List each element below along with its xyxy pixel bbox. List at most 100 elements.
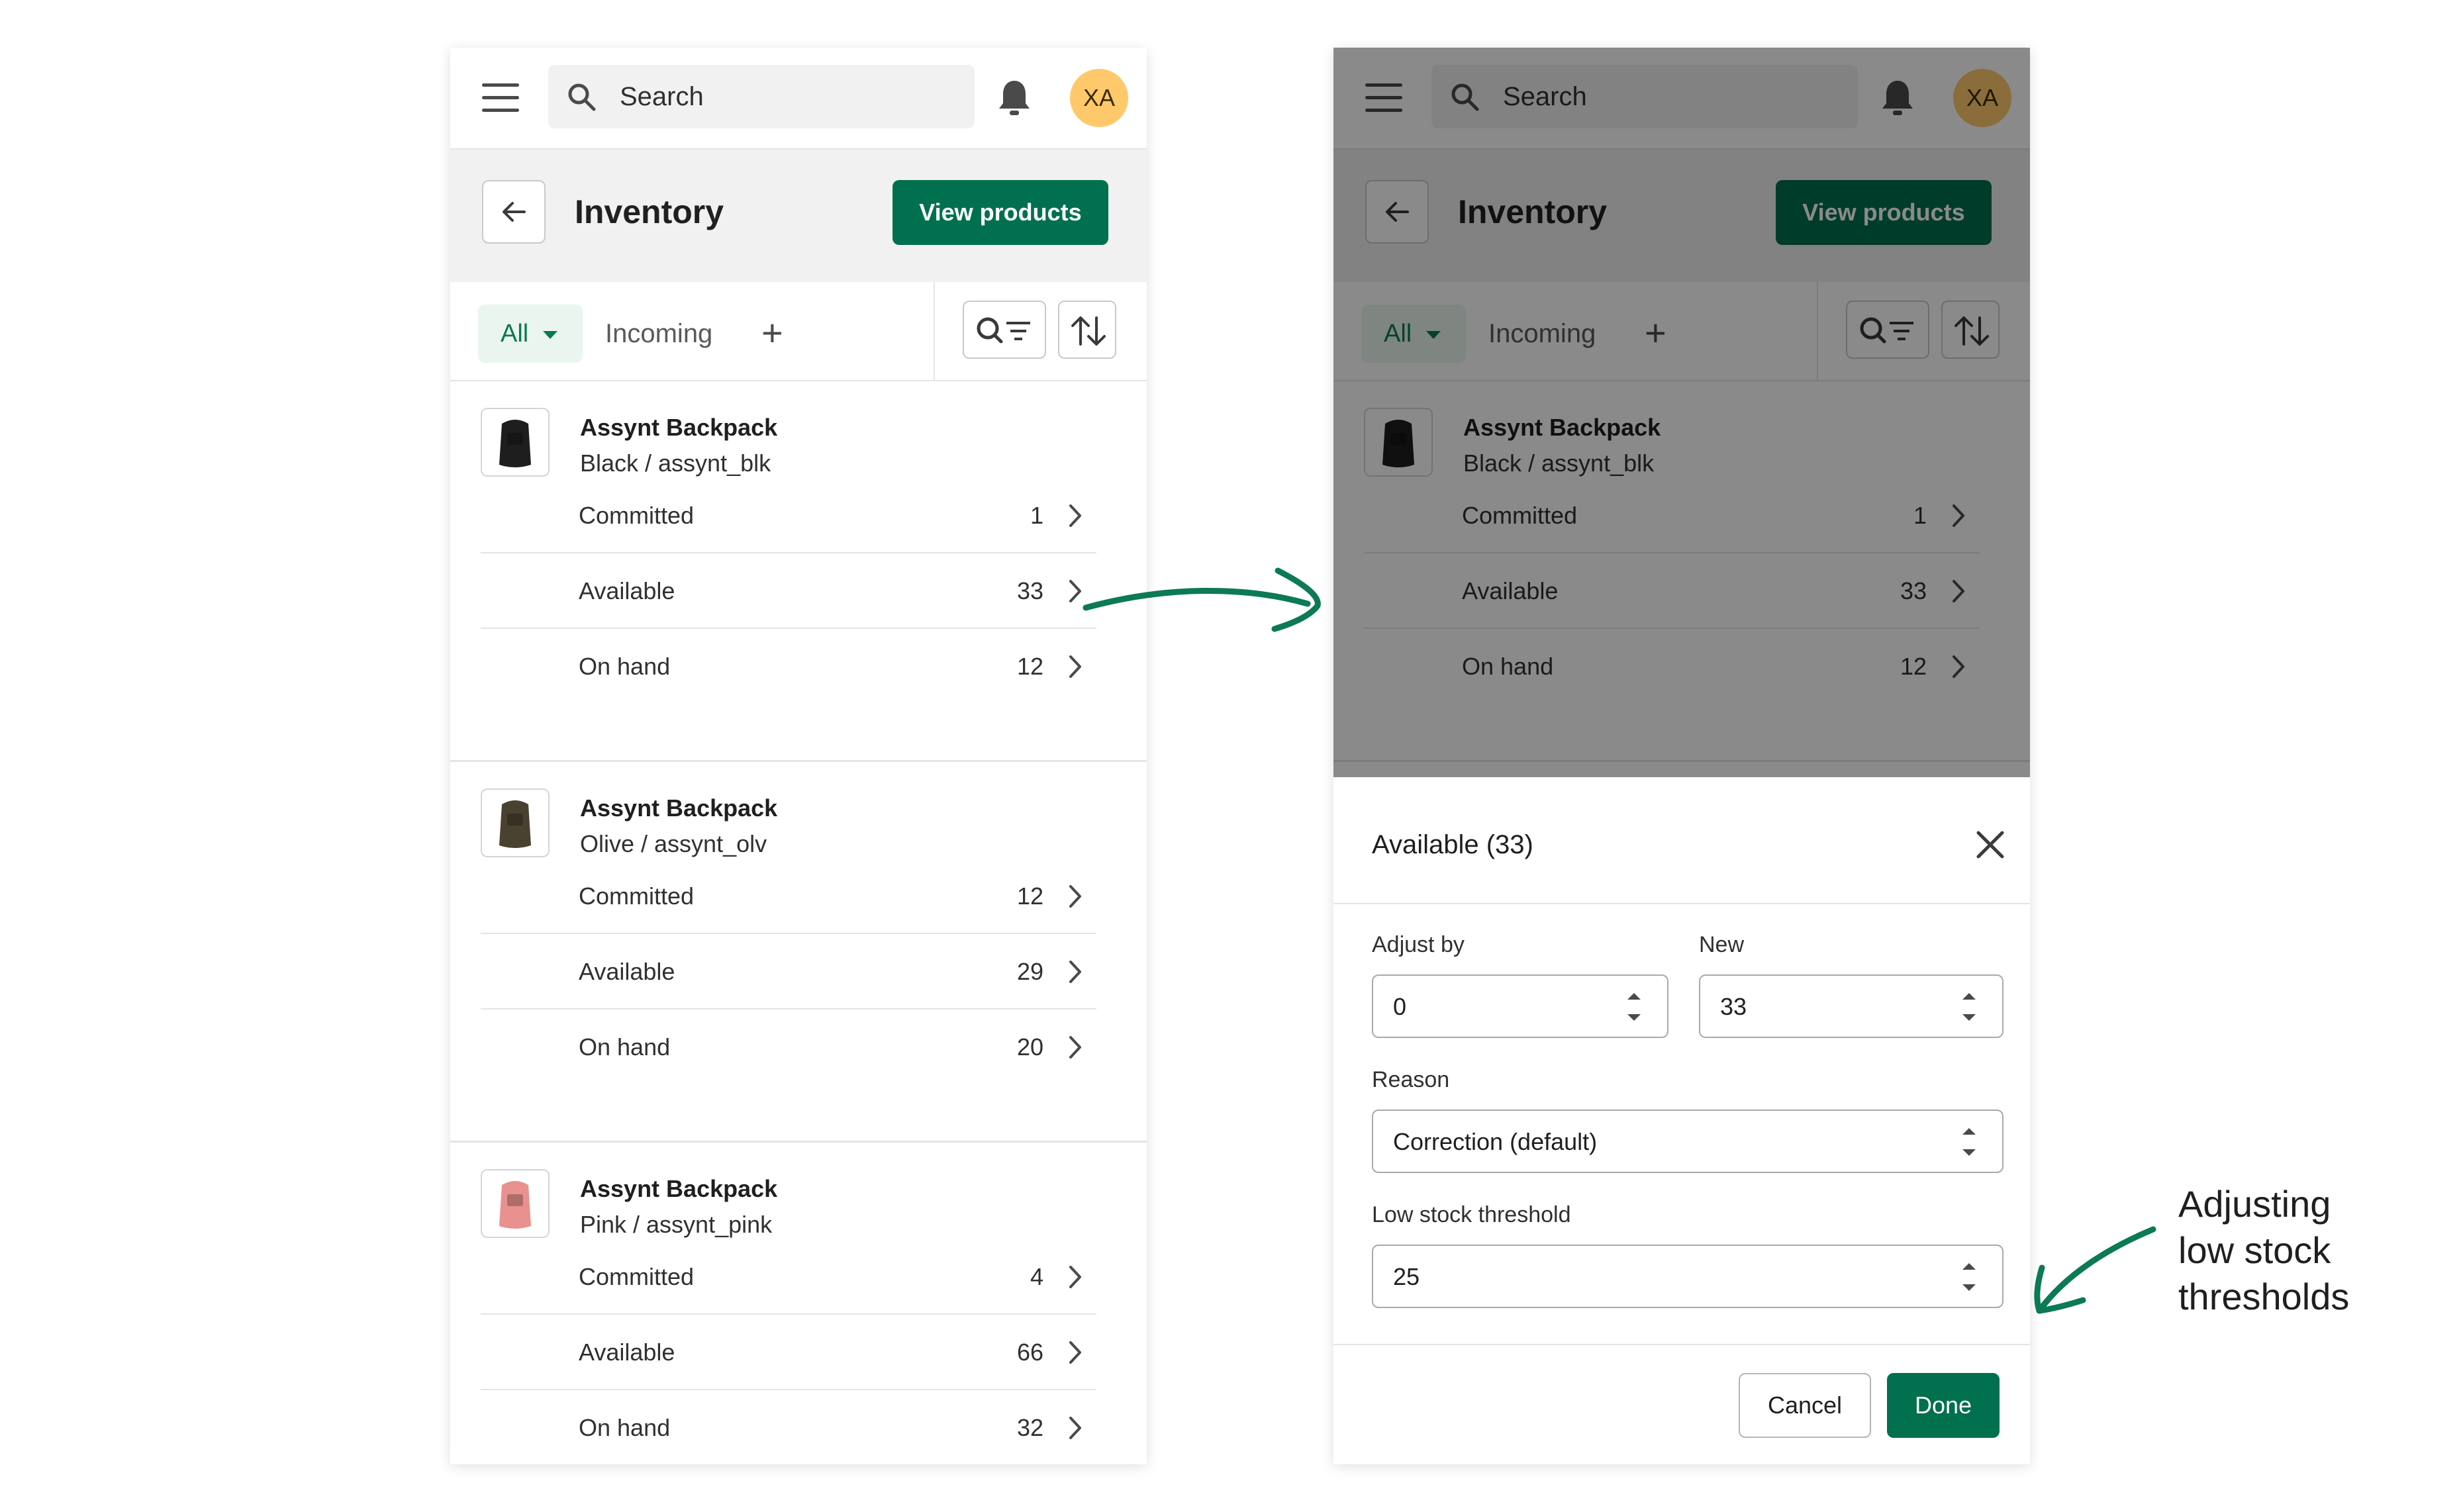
modal-backdrop[interactable] [1333, 48, 2030, 777]
product-thumbnail [481, 408, 550, 477]
backpack-icon [499, 1181, 531, 1229]
inventory-row[interactable]: Available 29 [481, 934, 1096, 1010]
inventory-row-label: Committed [579, 1263, 695, 1290]
inventory-row[interactable]: On hand 12 [481, 629, 1096, 704]
threshold-label: Low stock threshold [1372, 1202, 1571, 1227]
tab-incoming[interactable]: Incoming [605, 305, 712, 363]
inventory-row-value: 20 [1016, 1033, 1043, 1061]
arrow-to-threshold-head [2034, 1264, 2086, 1314]
cancel-button[interactable]: Cancel [1739, 1373, 1871, 1438]
inventory-row[interactable]: Committed 12 [481, 859, 1096, 934]
annotation-line: Adjusting [2178, 1183, 2331, 1225]
product-card: Assynt BackpackPink / assynt_pinkCommitt… [450, 1143, 1147, 1464]
back-button[interactable] [482, 180, 546, 244]
inventory-row[interactable]: Committed 1 [481, 478, 1096, 553]
product-variant: Olive / assynt_olv [580, 830, 767, 857]
stepper-icon[interactable] [1616, 985, 1653, 1029]
adjust-by-label: Adjust by [1372, 932, 1465, 957]
product-variant: Black / assynt_blk [580, 449, 771, 477]
done-button[interactable]: Done [1887, 1373, 2000, 1438]
annotation-arrows [1083, 567, 2156, 1314]
chevron-right-icon [1069, 1341, 1081, 1364]
top-bar: Search XA [450, 48, 1147, 150]
sort-icon [1071, 316, 1106, 346]
inventory-row-label: On hand [579, 653, 671, 680]
new-quantity-value: 33 [1720, 993, 1747, 1020]
chevron-right-icon [1069, 580, 1081, 602]
inventory-row-value: 33 [1016, 577, 1043, 604]
product-name: Assynt Backpack [580, 1175, 778, 1202]
product-card: Assynt BackpackOlive / assynt_olvCommitt… [450, 762, 1147, 1143]
reason-value: Correction (default) [1393, 1128, 1598, 1155]
arrow-left-icon [503, 202, 526, 222]
tab-all-label: All [501, 320, 529, 348]
page-title: Inventory [575, 193, 724, 230]
close-icon[interactable] [1973, 827, 2007, 862]
new-quantity-field[interactable]: 33 [1699, 974, 2004, 1038]
select-arrows-icon [1962, 1128, 1976, 1156]
modal-header: Available (33) [1333, 777, 2030, 904]
inventory-row[interactable]: On hand 20 [481, 1010, 1096, 1085]
avatar[interactable]: XA [1070, 69, 1128, 127]
search-input[interactable]: Search [548, 65, 975, 128]
caret-down-icon [543, 331, 557, 339]
stepper-icon[interactable] [1951, 985, 1988, 1029]
product-name: Assynt Backpack [580, 794, 778, 822]
inventory-row[interactable]: Available 33 [481, 553, 1096, 629]
inventory-row-value: 66 [1016, 1339, 1043, 1366]
chevron-right-icon [1069, 885, 1081, 908]
inventory-row-value: 4 [1030, 1263, 1043, 1290]
chevron-right-icon [1069, 1266, 1081, 1288]
annotation-line: thresholds [2178, 1276, 2350, 1317]
adjust-available-modal: Available (33) Adjust by 0 New 33 Reason… [1333, 777, 2030, 1464]
chevron-right-icon [1069, 655, 1081, 678]
tabs-bar: All Incoming + [450, 282, 1147, 381]
stepper-icon[interactable] [1951, 1255, 1988, 1299]
view-products-button[interactable]: View products [893, 180, 1108, 245]
reason-label: Reason [1372, 1067, 1450, 1092]
annotation-line: low stock [2178, 1229, 2331, 1271]
search-filter-button[interactable] [963, 301, 1046, 359]
add-tab-button[interactable]: + [761, 305, 783, 361]
modal-title: Available (33) [1372, 830, 1533, 859]
product-list: Assynt Backpack Black / assynt_blk Committ… [450, 381, 1147, 1464]
chevron-right-icon [1069, 1036, 1081, 1059]
inventory-row-label: Available [579, 1339, 675, 1366]
reason-select[interactable]: Correction (default) [1372, 1110, 2004, 1173]
inventory-screen: Search XA Inventory View products All In… [450, 48, 1147, 1464]
search-icon [568, 83, 596, 111]
chevron-right-icon [1069, 1417, 1081, 1439]
product-name: Assynt Backpack [580, 414, 778, 441]
inventory-row-value: 29 [1016, 958, 1043, 985]
backpack-icon [499, 800, 531, 848]
divider [934, 282, 935, 380]
search-placeholder: Search [620, 82, 704, 111]
inventory-row-value: 32 [1016, 1414, 1043, 1441]
inventory-row[interactable]: Available 66 [481, 1315, 1096, 1390]
inventory-row[interactable]: On hand 32 [481, 1390, 1096, 1464]
inventory-row-label: Available [579, 577, 675, 604]
sort-button[interactable] [1058, 301, 1116, 359]
threshold-value: 25 [1393, 1263, 1420, 1290]
inventory-row-value: 12 [1016, 882, 1043, 910]
product-thumbnail [481, 1169, 550, 1238]
inventory-row-value: 1 [1030, 502, 1043, 529]
low-stock-threshold-field[interactable]: 25 [1372, 1245, 2004, 1308]
chevron-right-icon [1069, 961, 1081, 983]
new-label: New [1699, 932, 1745, 957]
menu-icon[interactable] [482, 83, 519, 113]
chevron-right-icon [1069, 504, 1081, 527]
inventory-row-label: Committed [579, 502, 695, 529]
bell-icon[interactable] [997, 78, 1032, 118]
inventory-row-label: On hand [579, 1414, 671, 1441]
annotation-text: Adjusting low stock thresholds [2178, 1181, 2349, 1320]
inventory-row-label: Committed [579, 882, 695, 910]
tab-all[interactable]: All [478, 305, 583, 363]
inventory-row[interactable]: Committed 4 [481, 1239, 1096, 1315]
inventory-row-label: Available [579, 958, 675, 985]
search-filter-icon [977, 317, 1030, 344]
arrow-to-modal-head [1271, 567, 1321, 632]
inventory-screen-with-modal: Search XA Inventory View products All In… [1333, 48, 2030, 1464]
product-variant: Pink / assynt_pink [580, 1211, 773, 1238]
adjust-by-field[interactable]: 0 [1372, 974, 1668, 1038]
